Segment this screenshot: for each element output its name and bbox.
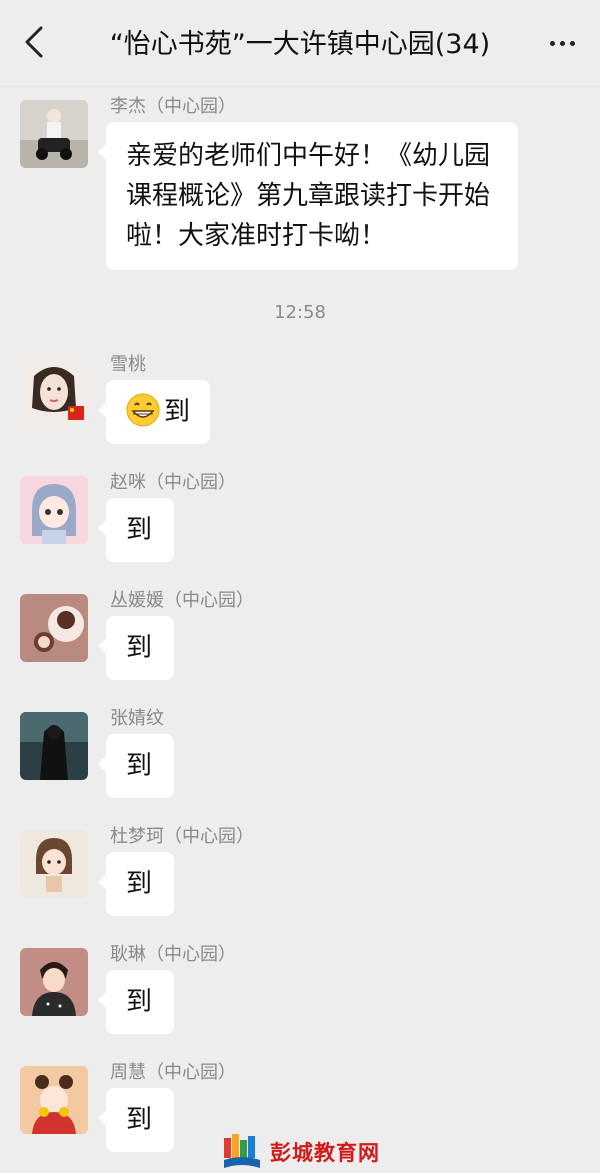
avatar[interactable] <box>20 1066 88 1134</box>
watermark: 彭城教育网 <box>222 1133 402 1171</box>
more-horizontal-icon <box>549 40 555 46</box>
avatar[interactable] <box>20 476 88 544</box>
message-text: 到 <box>164 397 191 427</box>
sender-name: 赵咪（中心园） <box>110 472 236 493</box>
avatar[interactable] <box>20 594 88 662</box>
back-button[interactable] <box>14 20 54 64</box>
watermark-text: 彭城教育网 <box>270 1141 380 1165</box>
message-bubble[interactable]: 到 <box>98 734 174 798</box>
avatar-image <box>20 476 88 544</box>
sender-name: 雪桃 <box>110 354 146 375</box>
chat-messages[interactable]: 李杰（中心园） 亲爱的老师们中午好！《幼儿园课程概论》第九章跟读打卡开始啦！大家… <box>0 86 600 1173</box>
message-bubble[interactable]: 亲爱的老师们中午好！《幼儿园课程概论》第九章跟读打卡开始啦！大家准时打卡呦！ <box>98 122 518 270</box>
message-bubble[interactable]: 到 <box>98 852 174 916</box>
sender-name: 周慧（中心园） <box>110 1062 236 1083</box>
grinning-face-icon <box>126 393 160 427</box>
avatar-image <box>20 712 88 780</box>
avatar-image <box>20 100 88 168</box>
avatar-image <box>20 830 88 898</box>
sender-name: 丛媛媛（中心园） <box>110 590 254 611</box>
avatar-image <box>20 358 88 426</box>
avatar-image <box>20 1066 88 1134</box>
message-bubble[interactable]: 到 <box>98 970 174 1034</box>
more-dot <box>569 40 575 46</box>
avatar[interactable] <box>20 358 88 426</box>
chevron-left-icon <box>25 26 43 58</box>
more-dot <box>559 40 565 46</box>
message-bubble[interactable]: 到 <box>98 498 174 562</box>
avatar[interactable] <box>20 948 88 1016</box>
timestamp: 12:58 <box>274 302 326 323</box>
chat-header: “怡心书苑”一大许镇中心园(34) <box>0 0 600 87</box>
avatar-image <box>20 948 88 1016</box>
avatar[interactable] <box>20 712 88 780</box>
avatar[interactable] <box>20 100 88 168</box>
message-bubble[interactable]: 到 <box>98 616 174 680</box>
sender-name: 耿琳（中心园） <box>110 944 236 965</box>
message-bubble[interactable]: 到 <box>97 380 211 444</box>
sender-name: 李杰（中心园） <box>110 96 236 117</box>
more-button[interactable] <box>540 24 584 62</box>
avatar-image <box>20 594 88 662</box>
avatar[interactable] <box>20 830 88 898</box>
book-logo-icon <box>224 1134 260 1168</box>
sender-name: 张婧纹 <box>110 708 164 729</box>
chat-title: “怡心书苑”一大许镇中心园(34) <box>109 29 491 60</box>
sender-name: 杜梦珂（中心园） <box>110 826 254 847</box>
message-bubble[interactable]: 到 <box>98 1088 174 1152</box>
